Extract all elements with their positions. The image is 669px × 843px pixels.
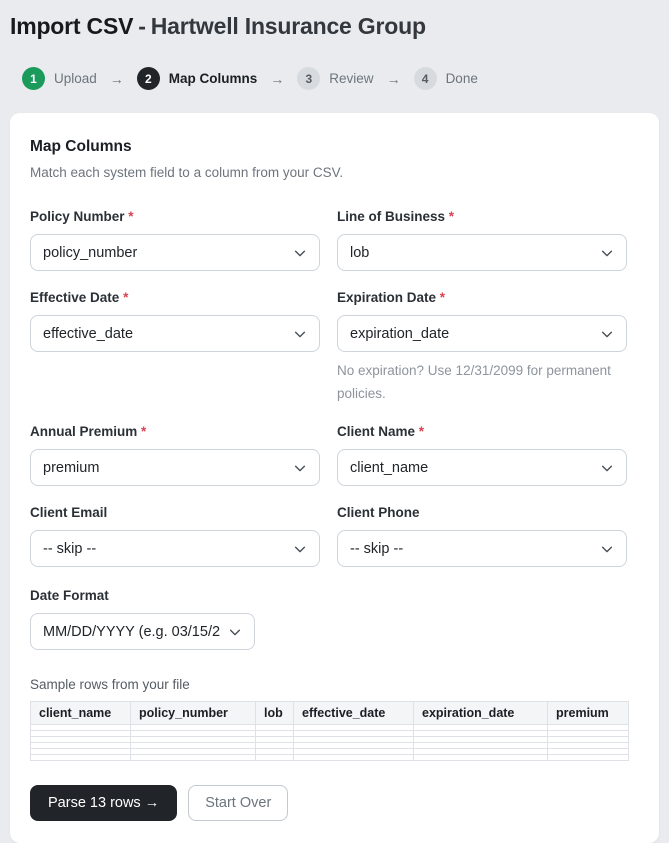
annual-premium-select[interactable]: premium (30, 449, 320, 486)
step-done-label: Done (446, 71, 478, 86)
client-phone-label: Client Phone (337, 505, 627, 520)
field-annual-premium: Annual Premium * premium (30, 424, 320, 486)
client-email-select[interactable]: -- skip -- (30, 530, 320, 567)
field-policy-number: Policy Number * policy_number (30, 209, 320, 271)
column-header-expiration-date: expiration_date (414, 702, 548, 725)
page-title-main: Import CSV (10, 13, 133, 39)
field-line-of-business: Line of Business * lob (337, 209, 627, 271)
step-review: 3 Review (297, 67, 373, 90)
page-title-separator: - (138, 13, 145, 39)
field-date-format: Date Format MM/DD/YYYY (e.g. 03/15/2 (30, 588, 639, 650)
effective-date-label: Effective Date * (30, 290, 320, 305)
sample-rows-table: client_name policy_number lob effective_… (30, 701, 629, 761)
effective-date-select-value: effective_date (43, 326, 133, 342)
step-map-columns-label: Map Columns (169, 71, 258, 86)
field-expiration-date: Expiration Date * expiration_date No exp… (337, 290, 627, 405)
line-of-business-label: Line of Business * (337, 209, 627, 224)
required-asterisk: * (128, 209, 133, 224)
column-header-lob: lob (256, 702, 294, 725)
step-map-columns: 2 Map Columns (137, 67, 258, 90)
field-client-name: Client Name * client_name (337, 424, 627, 486)
annual-premium-select-value: premium (43, 460, 99, 476)
field-effective-date: Effective Date * effective_date (30, 290, 320, 405)
table-row (31, 755, 629, 761)
expiration-date-select[interactable]: expiration_date (337, 315, 627, 352)
chevron-down-icon (293, 542, 307, 556)
sample-rows-caption: Sample rows from your file (30, 677, 639, 692)
date-format-select-value: MM/DD/YYYY (e.g. 03/15/2 (43, 624, 220, 640)
step-arrow-icon: → (270, 71, 284, 87)
step-upload-number: 1 (22, 67, 45, 90)
client-phone-select-value: -- skip -- (350, 541, 403, 557)
line-of-business-select[interactable]: lob (337, 234, 627, 271)
step-done-number: 4 (414, 67, 437, 90)
required-asterisk: * (440, 290, 445, 305)
policy-number-label: Policy Number * (30, 209, 320, 224)
client-phone-select[interactable]: -- skip -- (337, 530, 627, 567)
page-title-org: Hartwell Insurance Group (151, 13, 426, 39)
date-format-label: Date Format (30, 588, 639, 603)
annual-premium-label: Annual Premium * (30, 424, 320, 439)
wizard-stepper: 1 Upload → 2 Map Columns → 3 Review → 4 … (22, 67, 659, 90)
client-email-label: Client Email (30, 505, 320, 520)
start-over-button[interactable]: Start Over (188, 785, 288, 821)
step-map-columns-number: 2 (137, 67, 160, 90)
chevron-down-icon (600, 542, 614, 556)
step-upload: 1 Upload (22, 67, 97, 90)
policy-number-select-value: policy_number (43, 245, 137, 261)
chevron-down-icon (600, 461, 614, 475)
date-format-select[interactable]: MM/DD/YYYY (e.g. 03/15/2 (30, 613, 255, 650)
expiration-date-select-value: expiration_date (350, 326, 449, 342)
field-client-email: Client Email -- skip -- (30, 505, 320, 567)
column-header-effective-date: effective_date (294, 702, 414, 725)
effective-date-select[interactable]: effective_date (30, 315, 320, 352)
policy-number-select[interactable]: policy_number (30, 234, 320, 271)
field-grid: Policy Number * policy_number Line of Bu… (30, 209, 627, 586)
expiration-date-hint: No expiration? Use 12/31/2099 for perman… (337, 359, 627, 405)
step-done: 4 Done (414, 67, 478, 90)
expiration-date-label: Expiration Date * (337, 290, 627, 305)
step-upload-label: Upload (54, 71, 97, 86)
step-review-label: Review (329, 71, 373, 86)
line-of-business-select-value: lob (350, 245, 369, 261)
chevron-down-icon (228, 625, 242, 639)
step-arrow-icon: → (110, 71, 124, 87)
column-header-premium: premium (548, 702, 629, 725)
column-header-policy-number: policy_number (131, 702, 256, 725)
required-asterisk: * (419, 424, 424, 439)
chevron-down-icon (293, 461, 307, 475)
client-name-select[interactable]: client_name (337, 449, 627, 486)
parse-rows-button[interactable]: Parse 13 rows → (30, 785, 177, 821)
field-client-phone: Client Phone -- skip -- (337, 505, 627, 567)
step-arrow-icon: → (387, 71, 401, 87)
chevron-down-icon (600, 246, 614, 260)
card-heading: Map Columns (30, 138, 639, 156)
client-name-select-value: client_name (350, 460, 428, 476)
map-columns-card: Map Columns Match each system field to a… (10, 113, 659, 843)
page-header: Import CSV-Hartwell Insurance Group 1 Up… (0, 0, 669, 90)
chevron-down-icon (600, 327, 614, 341)
sample-table-body (31, 725, 629, 761)
client-email-select-value: -- skip -- (43, 541, 96, 557)
card-subheading: Match each system field to a column from… (30, 165, 639, 180)
step-review-number: 3 (297, 67, 320, 90)
actions-bar: Parse 13 rows → Start Over (30, 785, 639, 821)
column-header-client-name: client_name (31, 702, 131, 725)
page-title: Import CSV-Hartwell Insurance Group (10, 13, 659, 40)
table-header-row: client_name policy_number lob effective_… (31, 702, 629, 725)
required-asterisk: * (449, 209, 454, 224)
required-asterisk: * (123, 290, 128, 305)
chevron-down-icon (293, 327, 307, 341)
client-name-label: Client Name * (337, 424, 627, 439)
required-asterisk: * (141, 424, 146, 439)
chevron-down-icon (293, 246, 307, 260)
